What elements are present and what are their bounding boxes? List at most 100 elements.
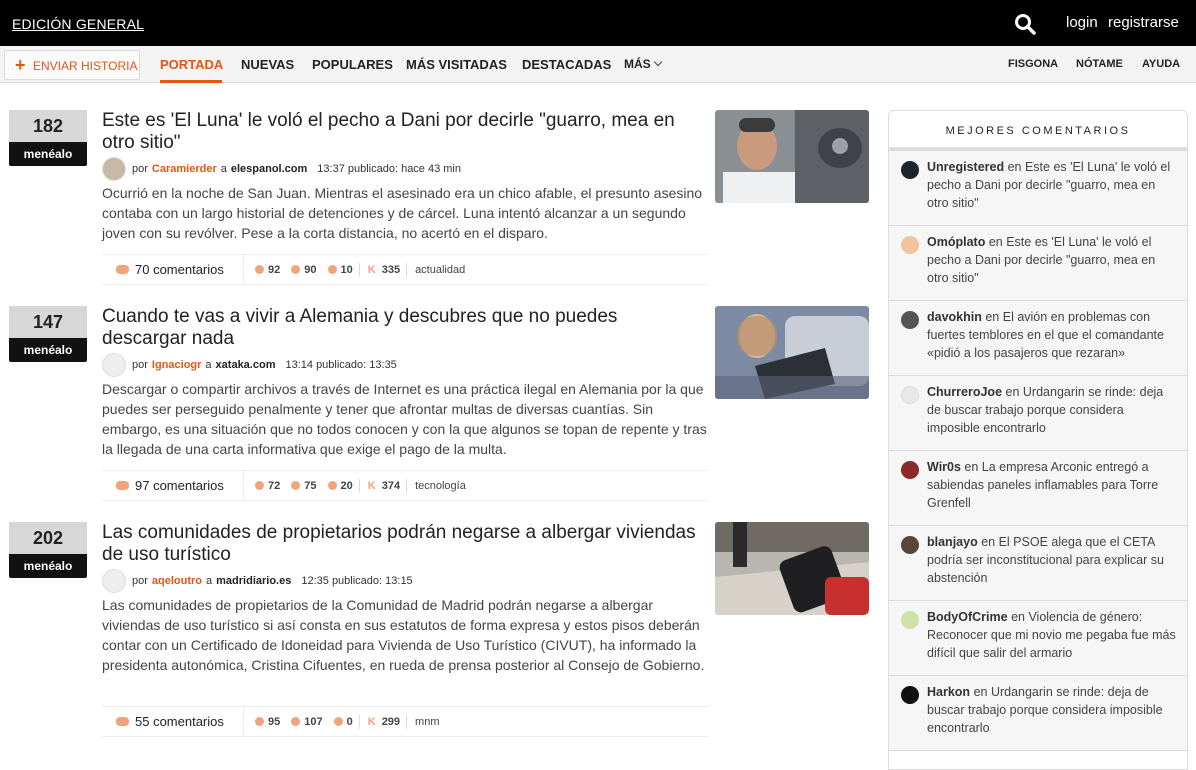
menealo-button[interactable]: menéalo — [9, 142, 87, 166]
at-label: a — [205, 359, 212, 371]
avatar[interactable] — [901, 536, 919, 554]
divider — [358, 478, 360, 493]
nav-bar: + ENVIAR HISTORIA PORTADA NUEVAS POPULAR… — [0, 46, 1196, 83]
comment-text: Wir0s en La empresa Arconic entregó a sa… — [927, 458, 1179, 512]
panel-title: MEJORES COMENTARIOS — [889, 111, 1187, 151]
positive-votes-value: 95 — [268, 715, 281, 728]
avatar[interactable] — [901, 236, 919, 254]
news-title[interactable]: Cuando te vas a vivir a Alemania y descu… — [102, 306, 702, 350]
anonymous-votes: 90 — [291, 263, 317, 276]
source-domain[interactable]: elespanol.com — [231, 163, 307, 175]
thumbnail-image — [715, 522, 869, 615]
list-item[interactable]: Wir0s en La empresa Arconic entregó a sa… — [889, 451, 1187, 526]
comment-text: blanjayo en El PSOE alega que el CETA po… — [927, 533, 1179, 587]
list-item[interactable]: Omóplato en Este es 'El Luna' le voló el… — [889, 226, 1187, 301]
comment-text: ChurreroJoe en Urdangarin se rinde: deja… — [927, 383, 1179, 437]
avatar[interactable] — [901, 461, 919, 479]
news-thumbnail[interactable] — [715, 522, 869, 615]
menealo-button[interactable]: menéalo — [9, 338, 87, 362]
sub-link[interactable]: actualidad — [415, 264, 465, 276]
source-domain[interactable]: madridiario.es — [216, 575, 291, 587]
sub-link[interactable]: mnm — [415, 716, 439, 728]
comment-user[interactable]: Unregistered — [927, 160, 1004, 174]
tab-portada[interactable]: PORTADA — [160, 57, 223, 72]
comment-user[interactable]: Wir0s — [927, 460, 961, 474]
send-story-button[interactable]: + ENVIAR HISTORIA — [4, 50, 140, 80]
tab-notame[interactable]: NÓTAME — [1076, 58, 1123, 70]
news-time: 13:14 publicado: 13:35 — [285, 359, 397, 371]
anonymous-votes-value: 90 — [304, 263, 317, 276]
comment-user[interactable]: blanjayo — [927, 535, 978, 549]
divider — [358, 262, 360, 277]
author-link[interactable]: Ignaciogr — [152, 359, 202, 371]
author-link[interactable]: aqeloutro — [152, 575, 202, 587]
avatar[interactable] — [901, 686, 919, 704]
tab-nuevas[interactable]: NUEVAS — [241, 57, 294, 72]
comment-user[interactable]: Omóplato — [927, 235, 985, 249]
search-icon[interactable] — [1014, 13, 1036, 35]
source-domain[interactable]: xataka.com — [216, 359, 276, 371]
avatar[interactable] — [901, 386, 919, 404]
by-label: por — [132, 575, 148, 587]
comment-story[interactable]: en La empresa Arconic entregó a sabienda… — [927, 460, 1158, 510]
comment-text: davokhin en El avión en problemas con fu… — [927, 308, 1179, 362]
thumbnail-image — [715, 110, 869, 203]
divider — [406, 714, 408, 729]
news-summary: Ocurrió en la noche de San Juan. Mientra… — [102, 185, 703, 241]
negative-votes: 10 — [327, 264, 353, 276]
news-title[interactable]: Las comunidades de propietarios podrán n… — [102, 522, 702, 566]
comments-link[interactable]: 70 comentarios — [102, 255, 244, 284]
comments-link[interactable]: 97 comentarios — [102, 471, 244, 500]
anonymous-votes-value: 75 — [304, 479, 317, 492]
news-thumbnail[interactable] — [715, 110, 869, 203]
tab-mas-visitadas[interactable]: MÁS VISITADAS — [406, 57, 507, 72]
tab-mas[interactable]: MÁS — [624, 57, 662, 71]
news-thumbnail[interactable] — [715, 306, 869, 399]
comment-bubble-icon — [116, 481, 129, 490]
login-link[interactable]: login — [1066, 14, 1098, 31]
author-link[interactable]: Caramierder — [152, 163, 217, 175]
tab-fisgona[interactable]: FISGONA — [1008, 58, 1058, 70]
tab-ayuda[interactable]: AYUDA — [1142, 58, 1180, 70]
menealo-button[interactable]: menéalo — [9, 554, 87, 578]
list-item[interactable]: Harkon en Urdangarin se rinde: deja de b… — [889, 676, 1187, 751]
avatar[interactable] — [901, 611, 919, 629]
edition-link[interactable]: EDICIÓN GENERAL — [12, 16, 144, 32]
comment-user[interactable]: Harkon — [927, 685, 970, 699]
vote-count: 202 — [9, 522, 87, 554]
comments-link[interactable]: 55 comentarios — [102, 707, 244, 736]
list-item[interactable]: ChurreroJoe en Urdangarin se rinde: deja… — [889, 376, 1187, 451]
avatar[interactable] — [901, 311, 919, 329]
comment-user[interactable]: davokhin — [927, 310, 982, 324]
avatar[interactable] — [102, 569, 126, 593]
news-summary: Descargar o compartir archivos a través … — [102, 381, 707, 457]
positive-votes: 72 — [255, 480, 280, 492]
news-title[interactable]: Este es 'El Luna' le voló el pecho a Dan… — [102, 110, 702, 154]
sub-link[interactable]: tecnología — [415, 480, 466, 492]
avatar[interactable] — [102, 157, 126, 181]
tab-destacadas[interactable]: DESTACADAS — [522, 57, 611, 72]
list-item[interactable]: blanjayo en El PSOE alega que el CETA po… — [889, 526, 1187, 601]
avatar[interactable] — [901, 161, 919, 179]
comment-text: Unregistered en Este es 'El Luna' le vol… — [927, 158, 1179, 212]
list-item[interactable]: Unregistered en Este es 'El Luna' le vol… — [889, 151, 1187, 226]
list-item[interactable]: davokhin en El avión en problemas con fu… — [889, 301, 1187, 376]
active-tab-indicator — [160, 80, 222, 83]
negative-votes: 20 — [327, 480, 353, 492]
register-link[interactable]: registrarse — [1108, 14, 1179, 31]
best-comments-panel: MEJORES COMENTARIOS Unregistered en Este… — [888, 110, 1188, 770]
news-meta: por Caramierder a elespanol.com 13:37 pu… — [102, 157, 461, 181]
at-label: a — [220, 163, 227, 175]
comment-user[interactable]: BodyOfCrime — [927, 610, 1008, 624]
news-footer: 55 comentarios 95 107 0 K 299 mnm — [102, 706, 708, 737]
comment-user[interactable]: ChurreroJoe — [927, 385, 1002, 399]
positive-votes-value: 92 — [268, 263, 281, 276]
user-icon — [291, 265, 301, 274]
news-time: 13:37 publicado: hace 43 min — [317, 163, 461, 175]
list-item[interactable]: BodyOfCrime en Violencia de género: Reco… — [889, 601, 1187, 676]
karma-value: 374 — [381, 479, 401, 492]
avatar[interactable] — [102, 353, 126, 377]
tab-populares[interactable]: POPULARES — [312, 57, 393, 72]
comment-bubble-icon — [116, 265, 129, 274]
vote-count: 147 — [9, 306, 87, 338]
